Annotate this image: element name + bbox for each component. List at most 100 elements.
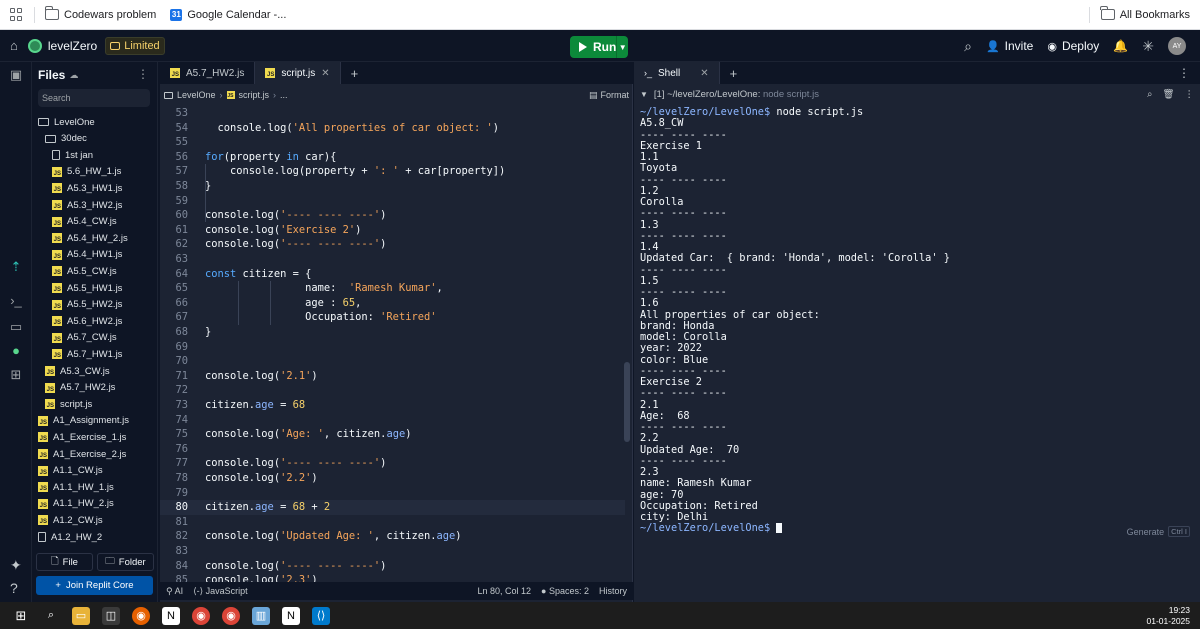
file-item[interactable]: JS A5.5_HW2.js — [52, 297, 122, 313]
more-options-icon[interactable]: ⋮ — [1185, 89, 1195, 100]
code-line[interactable]: 66 age : 65, — [160, 296, 625, 311]
code-line[interactable]: 56 for(property in car){ — [160, 150, 625, 165]
code-line[interactable]: 77 console.log('---- ---- ----') — [160, 456, 625, 471]
code-line[interactable]: 81 — [160, 515, 625, 530]
generate-button[interactable]: Generate Ctrl I — [1127, 526, 1190, 537]
code-line[interactable]: 58} — [160, 179, 625, 194]
code-line[interactable]: 59 — [160, 194, 625, 209]
file-item[interactable]: JS A1.1_HW_1.js — [38, 479, 114, 495]
code-line[interactable]: 72 — [160, 383, 625, 398]
sparkle-icon[interactable]: ✳ — [1142, 38, 1154, 55]
bookmark-codewars[interactable]: Codewars problem — [44, 6, 156, 21]
more-options-icon[interactable]: ⋮ — [1178, 66, 1190, 80]
file-explorer-icon[interactable]: ▭ — [72, 606, 90, 625]
files-panel-icon[interactable]: ▣ — [9, 68, 23, 82]
code-line[interactable]: 84 console.log('---- ---- ----') — [160, 559, 625, 574]
file-item[interactable]: JS A5.7_HW2.js — [45, 380, 115, 396]
code-line[interactable]: 71 console.log('2.1') — [160, 369, 625, 384]
terminal-output[interactable]: ~/levelZero/LevelOne$ node script.js A5.8… — [640, 107, 1195, 577]
notion-icon[interactable]: N — [162, 606, 180, 625]
file-item[interactable]: JS A1_Assignment.js — [38, 413, 129, 429]
notepad-icon[interactable]: ▥ — [252, 606, 270, 625]
new-tab-icon[interactable]: ✦ — [10, 557, 22, 574]
chevron-down-icon[interactable]: ▼ — [616, 36, 628, 58]
tab-a5-7-hw2[interactable]: JS A5.7_HW2.js — [160, 62, 256, 84]
code-line[interactable]: 85 console.log('2.3') — [160, 573, 625, 582]
git-icon[interactable]: ⇡ — [9, 260, 23, 274]
file-item[interactable]: JS A5.5_CW.js — [52, 263, 117, 279]
indentation-indicator[interactable]: ● Spaces: 2 — [541, 586, 589, 596]
breadcrumb-more[interactable]: ... — [280, 90, 288, 100]
file-item[interactable]: JS A1.1_HW_2.js — [38, 496, 114, 512]
folder-item[interactable]: LevelOne — [38, 114, 95, 130]
repl-name[interactable]: levelZero — [48, 39, 97, 53]
file-item[interactable]: JS A5.4_HW_2.js — [52, 230, 128, 246]
avatar[interactable]: AY — [1168, 37, 1186, 55]
file-item[interactable]: JS A5.4_CW.js — [52, 214, 117, 230]
cursor-position[interactable]: Ln 80, Col 12 — [477, 586, 531, 596]
chrome-icon[interactable]: ◉ — [222, 606, 240, 625]
new-file-button[interactable]: 🗋 File — [36, 553, 93, 571]
notion-icon[interactable]: N — [282, 606, 300, 625]
code-line[interactable]: 82 console.log('Updated Age: ', citizen.a… — [160, 529, 625, 544]
code-line[interactable]: 80 citizen.age = 68 + 2 — [160, 500, 625, 515]
code-line[interactable]: 60 console.log('---- ---- ----') — [160, 208, 625, 223]
tab-script-js[interactable]: JS script.js ✕ — [255, 62, 341, 84]
file-item[interactable]: JS A5.4_HW1.js — [52, 247, 122, 263]
breadcrumb-file[interactable]: script.js — [239, 90, 270, 100]
editor-scrollbar[interactable] — [624, 362, 630, 442]
code-line[interactable]: 67 Occupation: 'Retired' — [160, 310, 625, 325]
close-icon[interactable]: ✕ — [700, 68, 708, 79]
code-line[interactable]: 83 — [160, 544, 625, 559]
file-item[interactable]: JS A5.7_HW1.js — [52, 346, 122, 362]
file-item[interactable]: JS A5.3_HW2.js — [52, 197, 122, 213]
file-item[interactable]: JS 5.6_HW_1.js — [52, 164, 121, 180]
code-line[interactable]: 64 const citizen = { — [160, 267, 625, 282]
code-line[interactable]: 57 console.log(property + ': ' + car[pro… — [160, 164, 625, 179]
code-line[interactable]: 54 console.log('All properties of car ob… — [160, 121, 625, 136]
file-item[interactable]: JS A1_Exercise_1.js — [38, 429, 126, 445]
file-item[interactable]: JS A1_Exercise_2.js — [38, 446, 126, 462]
system-clock[interactable]: 19:23 01-01-2025 — [1147, 605, 1190, 627]
file-item[interactable]: JS A5.5_HW1.js — [52, 280, 122, 296]
folder-item[interactable]: 30dec — [45, 131, 87, 147]
code-line[interactable]: 68} — [160, 325, 625, 340]
agent-icon[interactable]: ● — [9, 344, 23, 358]
bookmark-google-calendar[interactable]: 31 Google Calendar -... — [170, 8, 286, 21]
code-line[interactable]: 69 — [160, 340, 625, 355]
code-line[interactable]: 79 — [160, 486, 625, 501]
preview-icon[interactable]: ▭ — [9, 320, 23, 334]
ai-button[interactable]: ⚲ AI — [166, 586, 183, 597]
search-icon[interactable]: ⌕ — [42, 607, 60, 625]
join-replit-core-button[interactable]: + Join Replit Core — [36, 576, 153, 595]
deploy-button[interactable]: ◉ Deploy — [1047, 39, 1099, 53]
run-button[interactable]: Run ▼ — [570, 36, 628, 58]
chevron-down-icon[interactable]: ▼ — [640, 90, 648, 99]
language-indicator[interactable]: ⟨-⟩ JavaScript — [193, 586, 248, 597]
history-button[interactable]: History — [599, 586, 627, 596]
code-line[interactable]: 63 — [160, 252, 625, 267]
code-line[interactable]: 61 console.log('Exercise 2') — [160, 223, 625, 238]
search-input[interactable]: Search — [38, 89, 150, 107]
tools-grid-icon[interactable]: ⊞ — [9, 368, 23, 382]
more-options-icon[interactable]: ⋮ — [137, 67, 149, 81]
code-line[interactable]: 70 — [160, 354, 625, 369]
code-line[interactable]: 74 — [160, 413, 625, 428]
all-bookmarks[interactable]: All Bookmarks — [1079, 6, 1190, 23]
file-item[interactable]: JS A5.3_HW1.js — [52, 180, 122, 196]
format-button[interactable]: ▤ Format — [589, 90, 629, 101]
close-icon[interactable]: ✕ — [321, 68, 329, 79]
new-folder-button[interactable]: 🗀 Folder — [97, 553, 154, 571]
search-icon[interactable]: ⌕ — [1147, 89, 1152, 100]
file-item[interactable]: JS A5.7_CW.js — [52, 330, 117, 346]
shell-icon[interactable]: ›_ — [9, 294, 23, 308]
plan-badge[interactable]: Limited — [105, 36, 165, 55]
store-icon[interactable]: ◫ — [102, 606, 120, 625]
file-item[interactable]: JS A5.3_CW.js — [45, 363, 110, 379]
session-label[interactable]: [1] ~/levelZero/LevelOne: node script.js — [654, 89, 819, 100]
file-item[interactable]: JS A1.1_CW.js — [38, 463, 103, 479]
home-icon[interactable]: ⌂ — [10, 38, 18, 53]
add-tab-icon[interactable]: + — [351, 66, 359, 81]
file-item[interactable]: JS A5.6_HW2.js — [52, 313, 122, 329]
chrome-icon[interactable]: ◉ — [192, 606, 210, 625]
